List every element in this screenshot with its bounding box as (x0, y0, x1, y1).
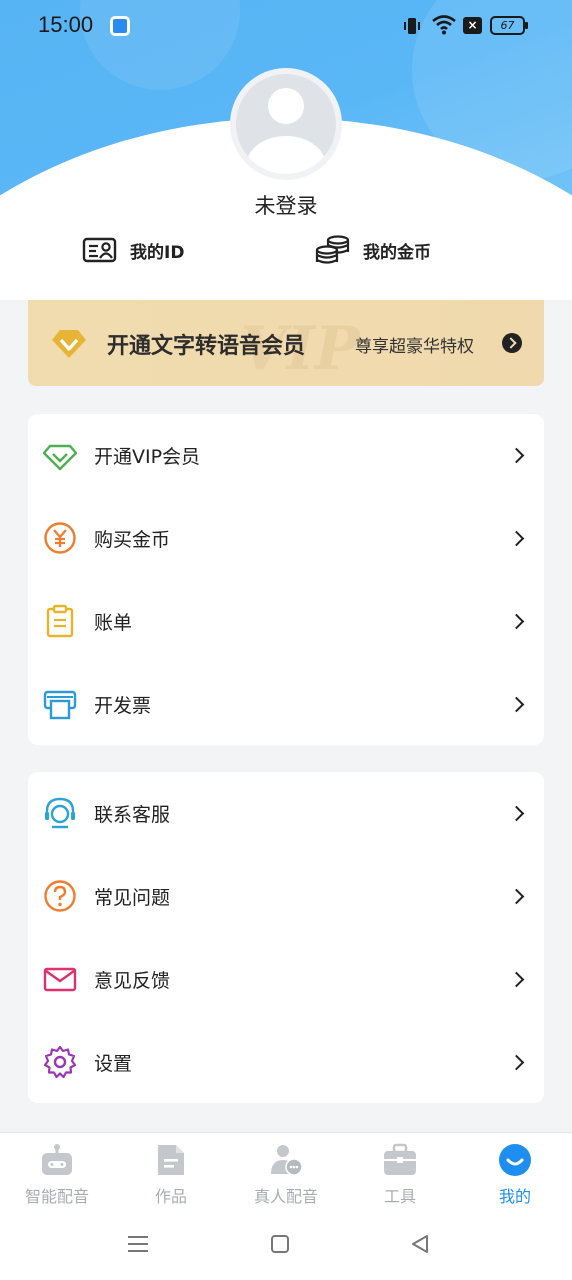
home-button[interactable] (271, 1235, 289, 1253)
menu-item-label: 常见问题 (94, 886, 171, 909)
system-navigation-bar (0, 1212, 572, 1280)
tab-label: 我的 (498, 1187, 531, 1206)
headset-icon (45, 797, 75, 829)
profile-header: 15:00 × 67 未登录 我的ID 我的金币 (0, 0, 572, 300)
app-notification-icon (110, 16, 130, 36)
coin-stack-icon (315, 235, 350, 264)
menu-item-label: 开发票 (94, 694, 152, 717)
gear-icon (43, 1045, 77, 1079)
my-coins-label: 我的金币 (363, 242, 431, 263)
tab-label: 作品 (154, 1187, 187, 1206)
smile-icon (499, 1144, 531, 1176)
vibrate-icon (404, 18, 420, 34)
wifi-icon (432, 15, 456, 35)
tab-works[interactable]: 作品 (121, 1143, 221, 1211)
support-menu-card: 联系客服 常见问题 意见反馈 设置 (28, 772, 544, 1103)
menu-item-label: 设置 (94, 1052, 133, 1075)
menu-item-label: 开通VIP会员 (94, 445, 201, 468)
vip-banner-subtitle: 尊享超豪华特权 (355, 337, 474, 357)
menu-item-settings[interactable]: 设置 (28, 1021, 544, 1103)
toolbox-icon (384, 1143, 416, 1175)
status-bar: 15:00 × 67 (0, 0, 572, 52)
menu-item-bills[interactable]: 账单 (28, 580, 544, 662)
chevron-right-icon (508, 530, 525, 546)
yen-coin-icon (44, 522, 76, 554)
vip-banner-title: 开通文字转语音会员 (107, 334, 306, 359)
tab-human-dubbing[interactable]: 真人配音 (236, 1143, 336, 1211)
my-id-label: 我的ID (130, 242, 185, 263)
my-coins-button[interactable]: 我的金币 (315, 230, 431, 270)
chevron-right-icon (508, 805, 525, 821)
tab-smart-dubbing[interactable]: 智能配音 (7, 1143, 107, 1211)
chevron-right-icon (508, 1054, 525, 1070)
printer-icon (43, 690, 77, 720)
login-status[interactable]: 未登录 (0, 190, 572, 220)
document-icon (158, 1145, 184, 1175)
menu-item-customer-service[interactable]: 联系客服 (28, 772, 544, 854)
bottom-tab-bar: 智能配音 作品 真人配音 工具 我的 (0, 1132, 572, 1212)
no-sim-icon: × (463, 17, 482, 34)
chevron-right-icon (508, 696, 525, 712)
menu-item-faq[interactable]: 常见问题 (28, 855, 544, 937)
menu-item-invoice[interactable]: 开发票 (28, 663, 544, 745)
chevron-right-icon (508, 613, 525, 629)
envelope-icon (43, 967, 77, 992)
tab-label: 智能配音 (24, 1187, 89, 1206)
chevron-right-icon (508, 447, 525, 463)
avatar[interactable] (230, 68, 342, 180)
id-card-icon (82, 237, 117, 263)
menu-item-feedback[interactable]: 意见反馈 (28, 938, 544, 1020)
menu-item-label: 联系客服 (94, 803, 171, 826)
battery-icon: 67 (490, 16, 528, 35)
account-menu-card: 开通VIP会员 购买金币 账单 开发票 (28, 414, 544, 745)
chevron-right-icon (508, 971, 525, 987)
tab-label: 真人配音 (253, 1187, 318, 1206)
vip-diamond-icon (43, 444, 77, 471)
menu-item-label: 意见反馈 (94, 969, 171, 992)
person-voice-icon (271, 1145, 303, 1176)
vip-gem-icon (52, 330, 86, 358)
status-time: 15:00 (38, 12, 94, 37)
arrow-right-circle-icon (502, 333, 522, 353)
menu-item-label: 购买金币 (94, 528, 171, 551)
menu-item-label: 账单 (94, 611, 133, 634)
chevron-right-icon (508, 888, 525, 904)
menu-item-buy-coins[interactable]: 购买金币 (28, 497, 544, 579)
robot-icon (42, 1144, 72, 1175)
clipboard-icon (46, 604, 74, 638)
tab-label: 工具 (383, 1187, 416, 1206)
vip-banner[interactable]: VIP 开通文字转语音会员 尊享超豪华特权 (28, 300, 544, 386)
menu-item-open-vip[interactable]: 开通VIP会员 (28, 414, 544, 496)
tab-tools[interactable]: 工具 (350, 1143, 450, 1211)
recent-apps-button[interactable] (128, 1236, 148, 1252)
question-icon (44, 880, 76, 912)
tab-mine[interactable]: 我的 (465, 1143, 565, 1211)
back-button[interactable] (410, 1234, 430, 1254)
my-id-button[interactable]: 我的ID (82, 230, 184, 270)
